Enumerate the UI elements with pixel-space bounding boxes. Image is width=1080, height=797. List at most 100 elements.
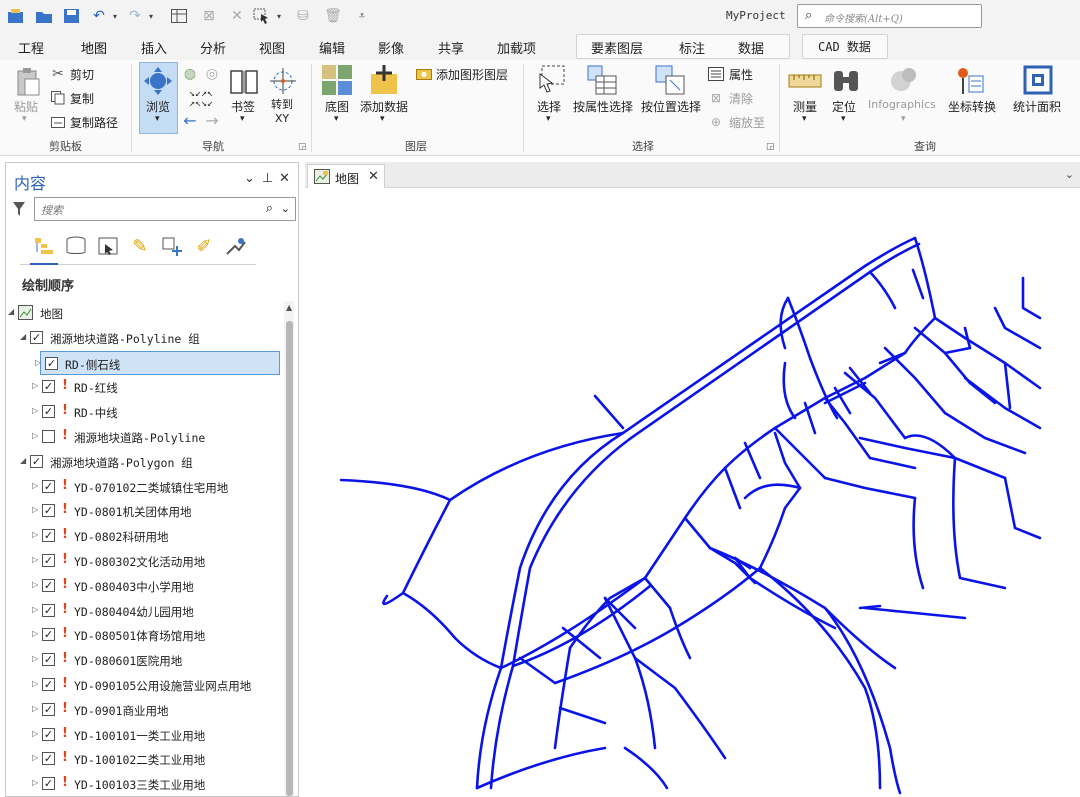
- layer-visibility-checkbox[interactable]: ✓: [42, 504, 55, 518]
- expand-icon[interactable]: ▷: [32, 729, 38, 738]
- basemap-dropdown-icon[interactable]: ▾: [334, 114, 339, 124]
- measure-button[interactable]: 测量: [793, 98, 817, 115]
- basemap-button[interactable]: 底图: [325, 98, 349, 115]
- filter-icon[interactable]: [12, 201, 26, 221]
- warning-icon[interactable]: !: [62, 701, 68, 716]
- select-icon[interactable]: [534, 64, 566, 96]
- expand-icon[interactable]: ▷: [32, 605, 38, 614]
- add-data-dropdown-icon[interactable]: ▾: [380, 114, 385, 124]
- layer-visibility-checkbox[interactable]: ✓: [42, 554, 55, 567]
- layer-visibility-checkbox[interactable]: ✓: [42, 628, 55, 642]
- fixed-zoom-icon[interactable]: ↘↙↗↖ ↗↖↘↙: [181, 88, 221, 110]
- layer-row[interactable]: ▷ ✓! YD-090105公用设施营业网点用地: [6, 673, 286, 697]
- expand-icon[interactable]: ▷: [32, 505, 38, 514]
- collapse-icon[interactable]: ◢: [20, 332, 26, 341]
- expand-icon[interactable]: ▷: [32, 753, 38, 762]
- select-dropdown-icon[interactable]: ▾: [274, 6, 284, 26]
- layer-row[interactable]: ▷ ✓! YD-080404幼儿园用地: [6, 599, 286, 623]
- close-icon[interactable]: ✕: [228, 6, 246, 26]
- paste-icon[interactable]: [14, 66, 42, 98]
- layer-visibility-checkbox[interactable]: ✓: [30, 454, 43, 468]
- add-graphics-layer-icon[interactable]: [416, 66, 432, 82]
- tab-view[interactable]: 视图: [259, 38, 285, 57]
- tab-share[interactable]: 共享: [438, 38, 464, 57]
- layer-row[interactable]: ▷ ✓! YD-070102二类城镇住宅用地: [6, 475, 286, 499]
- command-search-input[interactable]: ⌕ 命令搜索(Alt+Q): [797, 4, 982, 28]
- layer-row[interactable]: ▷ ✓! YD-080601医院用地: [6, 648, 286, 672]
- edit-icon[interactable]: ⊠: [200, 6, 218, 26]
- layer-visibility-checkbox[interactable]: ✓: [42, 777, 55, 791]
- select-by-location-button[interactable]: 按位置选择: [641, 98, 701, 115]
- locate-dropdown-icon[interactable]: ▾: [841, 114, 846, 124]
- zoom-to-button[interactable]: 缩放至: [729, 114, 765, 131]
- layer-row[interactable]: ▷ ✓! RD-中线: [6, 400, 286, 424]
- close-pane-icon[interactable]: ✕: [279, 171, 290, 186]
- clear-button[interactable]: 清除: [729, 90, 753, 107]
- open-project-icon[interactable]: [34, 6, 54, 26]
- map-node[interactable]: ◢ 地图: [6, 301, 286, 325]
- warning-icon[interactable]: !: [62, 676, 68, 691]
- layer-visibility-checkbox[interactable]: ✓: [45, 356, 58, 370]
- cut-button[interactable]: 剪切: [70, 66, 94, 83]
- close-map-tab-icon[interactable]: ✕: [368, 169, 379, 184]
- bookmarks-dropdown-icon[interactable]: ▾: [240, 114, 245, 124]
- select-button[interactable]: 选择: [537, 98, 561, 115]
- warning-icon[interactable]: !: [62, 750, 68, 765]
- layer-visibility-checkbox[interactable]: ✓: [42, 678, 55, 691]
- layer-visibility-checkbox[interactable]: ✓: [42, 479, 55, 493]
- layer-row[interactable]: ▷ ✓! YD-080403中小学用地: [6, 574, 286, 598]
- undo-icon[interactable]: ↶: [90, 6, 108, 26]
- statistics-area-button[interactable]: 统计面积: [1013, 98, 1061, 115]
- layer-visibility-checkbox[interactable]: ✓: [42, 727, 55, 741]
- basemap-icon[interactable]: [321, 64, 353, 96]
- back-arrow-icon[interactable]: ←: [182, 111, 198, 130]
- layer-visibility-checkbox[interactable]: ✓: [42, 653, 55, 667]
- infographics-icon[interactable]: [888, 64, 920, 96]
- selection-view-icon[interactable]: [94, 233, 122, 259]
- drawing-order-view-icon[interactable]: [30, 233, 58, 259]
- infographics-button[interactable]: Infographics: [868, 98, 936, 111]
- warning-icon[interactable]: !: [62, 403, 68, 418]
- layer-search-input[interactable]: 搜索 ⌕ ⌄: [34, 197, 296, 221]
- data-source-view-icon[interactable]: [62, 233, 90, 259]
- expand-icon[interactable]: ▷: [32, 555, 38, 564]
- warning-icon[interactable]: !: [62, 502, 68, 517]
- tab-imagery[interactable]: 影像: [378, 38, 404, 57]
- paste-button[interactable]: 粘贴: [14, 98, 38, 115]
- clear-icon[interactable]: ⊠: [708, 90, 724, 106]
- explore-icon[interactable]: [143, 66, 173, 96]
- explore-button[interactable]: 浏览: [146, 98, 170, 115]
- layer-visibility-checkbox[interactable]: ✓: [42, 603, 55, 617]
- previous-extent-icon[interactable]: ◎: [204, 66, 220, 82]
- layer-row[interactable]: ▷ ✓! YD-080302文化活动用地: [6, 549, 286, 573]
- customize-toolbar-icon[interactable]: ⩡: [354, 6, 370, 26]
- paste-dropdown-icon[interactable]: ▾: [22, 114, 27, 124]
- tab-addins[interactable]: 加载项: [497, 38, 536, 57]
- statistics-area-icon[interactable]: [1022, 64, 1054, 96]
- editing-view-icon[interactable]: ✎: [126, 233, 154, 259]
- warning-icon[interactable]: !: [62, 626, 68, 641]
- expand-icon[interactable]: ▷: [32, 704, 38, 713]
- pin-icon[interactable]: ⊥: [262, 171, 273, 186]
- measure-dropdown-icon[interactable]: ▾: [802, 114, 807, 124]
- group-layer-row[interactable]: ◢ ✓ 湘源地块道路-Polygon 组: [6, 450, 286, 474]
- layer-visibility-checkbox[interactable]: ✓: [42, 380, 55, 394]
- layer-row[interactable]: ▷ ✓! YD-100103三类工业用地: [6, 772, 286, 796]
- undo-dropdown-icon[interactable]: ▾: [110, 6, 120, 26]
- expand-icon[interactable]: ▷: [32, 406, 38, 415]
- copy-path-button[interactable]: 复制路径: [70, 114, 118, 131]
- tab-data[interactable]: 数据: [738, 38, 764, 57]
- add-data-button[interactable]: 添加数据: [360, 98, 408, 115]
- map-canvas[interactable]: [305, 188, 1080, 797]
- tab-project[interactable]: 工程: [18, 38, 44, 57]
- select-dropdown-icon[interactable]: ▾: [546, 114, 551, 124]
- select-tool-icon[interactable]: [252, 6, 272, 26]
- layer-row[interactable]: ▷ ✓! YD-080501体育场馆用地: [6, 623, 286, 647]
- convert-coordinates-icon[interactable]: [954, 64, 986, 96]
- save-project-icon[interactable]: [62, 6, 82, 26]
- layer-row[interactable]: ▷ ✓! YD-0801机关团体用地: [6, 499, 286, 523]
- chevron-down-icon[interactable]: ⌄: [281, 202, 290, 215]
- layer-row[interactable]: ▷ ✓! YD-100102二类工业用地: [6, 747, 286, 771]
- warning-icon[interactable]: !: [62, 428, 68, 443]
- redo-icon[interactable]: ↷: [126, 6, 144, 26]
